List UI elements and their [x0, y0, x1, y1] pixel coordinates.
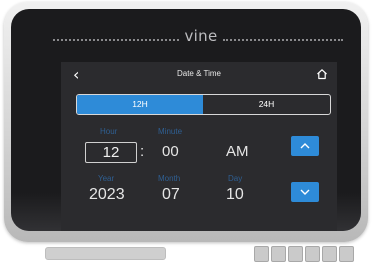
- day-label: Day: [228, 174, 243, 183]
- logo-dotted-line-right: [223, 39, 343, 43]
- vent: [305, 246, 320, 262]
- year-value[interactable]: 2023: [89, 186, 125, 204]
- home-icon[interactable]: [316, 68, 328, 80]
- vent: [254, 246, 269, 262]
- minute-value[interactable]: 00: [162, 143, 179, 160]
- vent: [339, 246, 354, 262]
- vent: [271, 246, 286, 262]
- vent: [288, 246, 303, 262]
- chevron-down-icon: [300, 189, 310, 195]
- increment-button[interactable]: [291, 136, 319, 156]
- brand-logo: vine: [184, 27, 218, 45]
- hour-field[interactable]: 12: [85, 142, 137, 163]
- period-value[interactable]: AM: [226, 143, 249, 160]
- year-label: Year: [98, 174, 115, 183]
- logo-dotted-line-left: [53, 39, 179, 43]
- device-slot: [45, 247, 166, 260]
- chevron-up-icon: [300, 143, 310, 149]
- page-title: Date & Time: [176, 69, 221, 78]
- format-option-24h[interactable]: 24H: [203, 95, 330, 114]
- month-label: Month: [158, 174, 181, 183]
- time-format-toggle: 12H 24H: [76, 94, 331, 115]
- vent: [322, 246, 337, 262]
- hour-value: 12: [102, 144, 120, 161]
- device-body: vine ‹ Date & Time 12H 24H Hour 12 : Min…: [4, 2, 368, 242]
- hour-label: Hour: [100, 127, 118, 136]
- format-option-12h[interactable]: 12H: [77, 95, 203, 114]
- month-value[interactable]: 07: [162, 186, 180, 204]
- minute-label: Minute: [158, 127, 183, 136]
- touch-screen: ‹ Date & Time 12H 24H Hour 12 : Minute 0…: [61, 62, 337, 231]
- device-bezel: vine ‹ Date & Time 12H 24H Hour 12 : Min…: [11, 9, 361, 231]
- day-value[interactable]: 10: [226, 186, 244, 204]
- screen-header: ‹ Date & Time: [61, 62, 337, 90]
- time-separator: :: [140, 143, 145, 160]
- decrement-button[interactable]: [291, 182, 319, 202]
